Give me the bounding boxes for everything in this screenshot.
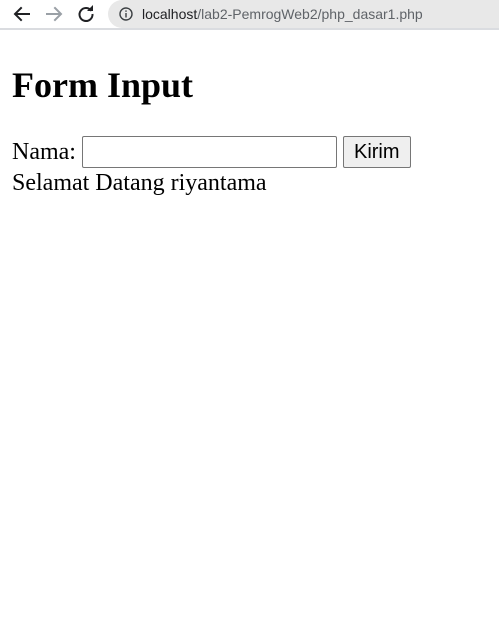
arrow-left-icon [13,6,30,22]
name-form: Nama: Kirim [12,135,492,169]
welcome-message: Selamat Datang riyantama [12,170,267,196]
page-title: Form Input [12,65,194,105]
browser-toolbar: localhost/lab2-PemrogWeb2/php_dasar1.php [0,0,499,30]
address-bar[interactable]: localhost/lab2-PemrogWeb2/php_dasar1.php [108,0,499,28]
reload-button[interactable] [75,3,97,25]
url-text[interactable]: localhost/lab2-PemrogWeb2/php_dasar1.php [142,6,423,22]
arrow-right-icon [46,6,63,22]
name-label: Nama: [12,138,76,165]
submit-button[interactable]: Kirim [342,136,411,168]
url-host: localhost [142,6,198,22]
url-path: /lab2-PemrogWeb2/php_dasar1.php [197,6,423,22]
forward-button[interactable] [43,3,65,25]
info-icon[interactable] [118,6,134,22]
back-button[interactable] [11,3,33,25]
page-content: Form Input Nama: Kirim Selamat Datang ri… [12,31,492,197]
reload-icon [78,5,94,22]
name-input[interactable] [81,136,337,168]
